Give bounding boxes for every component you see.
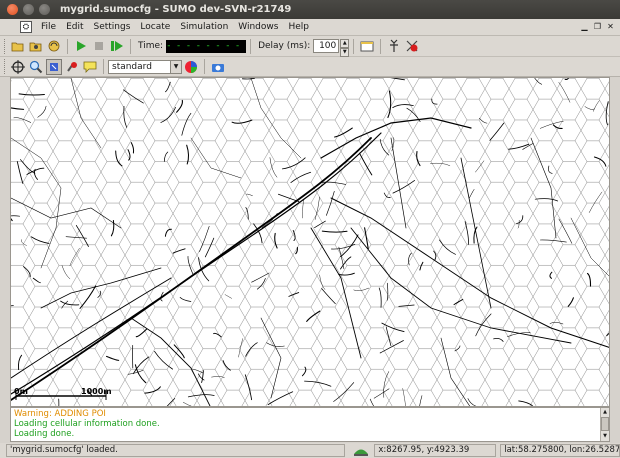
- toolbar-separator: [380, 38, 382, 54]
- open-config-icon[interactable]: [10, 38, 26, 54]
- network-view[interactable]: 0m 1000m: [10, 77, 610, 407]
- network-map[interactable]: [11, 78, 610, 407]
- toolbar-grip[interactable]: [4, 38, 6, 54]
- toolbar-separator: [353, 38, 355, 54]
- message-line: Loading cellular information done.: [14, 419, 160, 429]
- color-scheme-value: standard: [112, 61, 152, 72]
- menu-file[interactable]: File: [36, 22, 61, 32]
- status-bar: 'mygrid.sumocfg' loaded. x:8267.95, y:49…: [0, 443, 620, 458]
- chevron-down-icon[interactable]: ▼: [170, 60, 181, 73]
- toolbar-separator: [204, 59, 205, 74]
- stop-icon[interactable]: [91, 38, 107, 54]
- chevron-up-icon[interactable]: ▲: [340, 39, 350, 48]
- new-view-icon[interactable]: [359, 38, 375, 54]
- toolbar-separator: [250, 38, 252, 54]
- mdi-minimize-icon[interactable]: ▁: [579, 21, 590, 32]
- tooltip-icon[interactable]: [82, 59, 98, 75]
- cellular-grid: [11, 78, 609, 406]
- color-scheme-select[interactable]: standard ▼: [108, 59, 182, 74]
- menu-windows[interactable]: Windows: [233, 22, 283, 32]
- menu-settings[interactable]: Settings: [89, 22, 136, 32]
- menu-bar: ⛭ File Edit Settings Locate Simulation W…: [0, 19, 620, 36]
- toolbar-separator: [130, 38, 131, 54]
- edit-breakpoints-icon[interactable]: [404, 38, 420, 54]
- menu-locate[interactable]: Locate: [135, 22, 175, 32]
- open-network-icon[interactable]: [28, 38, 44, 54]
- edit-coloring-scheme-icon[interactable]: [183, 59, 199, 75]
- toolbar-separator: [103, 59, 104, 74]
- time-label: Time:: [138, 41, 164, 51]
- menu-edit[interactable]: Edit: [61, 22, 88, 32]
- toolbar-grip[interactable]: [4, 59, 6, 74]
- scroll-up-icon[interactable]: ▲: [601, 408, 609, 416]
- toolbar-separator: [67, 38, 68, 54]
- cartesian-coordinates: x:8267.95, y:4923.39: [374, 444, 497, 457]
- geo-coordinates: lat:58.275800, lon:26.528733: [500, 444, 620, 457]
- locate-junction-icon[interactable]: [46, 58, 62, 75]
- delay-label: Delay (ms):: [258, 41, 311, 51]
- time-display: - - - - - - - - - - - - -: [166, 39, 247, 53]
- message-scrollbar[interactable]: ▲ ▼: [600, 408, 609, 441]
- screenshot-icon[interactable]: [210, 59, 226, 75]
- main-toolbar: Time: - - - - - - - - - - - - - Delay (m…: [0, 36, 620, 57]
- zoom-icon[interactable]: [28, 59, 44, 75]
- title-bar: mygrid.sumocfg - SUMO dev-SVN-r21749: [0, 0, 620, 19]
- message-window[interactable]: Warning: ADDING POI Loading cellular inf…: [10, 407, 610, 442]
- scale-end-label: 1000m: [81, 387, 112, 396]
- window-close-button[interactable]: [7, 4, 18, 15]
- scroll-down-icon[interactable]: ▼: [601, 432, 609, 440]
- reload-icon[interactable]: [46, 38, 62, 54]
- geo-coordinates-toggle-icon[interactable]: [353, 443, 369, 458]
- window-minimize-button[interactable]: [23, 4, 34, 15]
- menu-help[interactable]: Help: [283, 22, 314, 32]
- view-toolbar: standard ▼: [0, 57, 620, 77]
- menu-simulation[interactable]: Simulation: [175, 22, 233, 32]
- recenter-view-icon[interactable]: [10, 59, 26, 75]
- chevron-down-icon[interactable]: ▼: [340, 48, 350, 57]
- antenna-icon[interactable]: [386, 38, 402, 54]
- scroll-thumb[interactable]: [601, 417, 609, 431]
- step-icon[interactable]: [109, 38, 125, 54]
- locate-edge-icon[interactable]: [64, 59, 80, 75]
- mdi-close-icon[interactable]: ✕: [605, 21, 616, 32]
- message-line: Warning: ADDING POI: [14, 409, 106, 419]
- app-menu-icon[interactable]: ⛭: [20, 21, 32, 33]
- delay-input[interactable]: 100: [313, 39, 340, 53]
- status-message: 'mygrid.sumocfg' loaded.: [6, 444, 346, 457]
- window-maximize-button[interactable]: [39, 4, 50, 15]
- run-icon[interactable]: [73, 38, 89, 54]
- scale-start-label: 0m: [14, 387, 28, 396]
- mdi-controls: ▁ ❐ ✕: [579, 21, 616, 32]
- mdi-restore-icon[interactable]: ❐: [592, 21, 603, 32]
- delay-stepper[interactable]: ▲ ▼: [340, 39, 350, 57]
- message-line: Loading done.: [14, 429, 75, 439]
- window-title: mygrid.sumocfg - SUMO dev-SVN-r21749: [60, 4, 292, 15]
